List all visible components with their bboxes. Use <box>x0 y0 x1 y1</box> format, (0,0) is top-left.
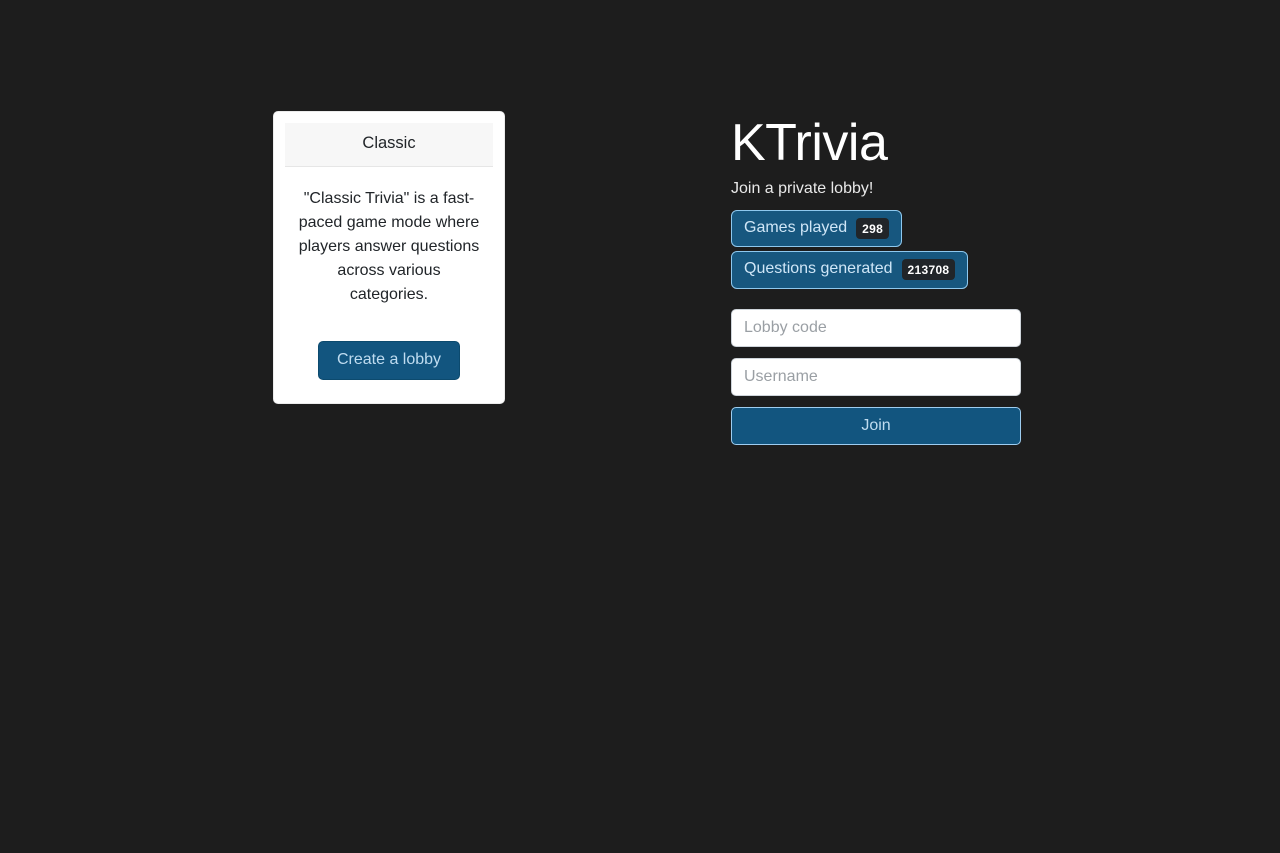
page-title: KTrivia <box>731 114 888 172</box>
app-root: Classic "Classic Trivia" is a fast-paced… <box>0 0 1280 853</box>
stat-questions-generated[interactable]: Questions generated 213708 <box>731 251 969 289</box>
lobby-code-input[interactable] <box>731 308 1021 347</box>
game-mode-card-body: "Classic Trivia" is a fast-paced game mo… <box>285 167 493 392</box>
join-button[interactable]: Join <box>731 406 1021 445</box>
username-input[interactable] <box>731 357 1021 396</box>
game-mode-card: Classic "Classic Trivia" is a fast-paced… <box>273 111 505 404</box>
create-lobby-button[interactable]: Create a lobby <box>318 340 460 380</box>
stat-questions-generated-label: Questions generated <box>744 260 893 278</box>
stat-games-played[interactable]: Games played 298 <box>731 210 903 248</box>
page-subtitle: Join a private lobby! <box>731 180 874 197</box>
game-mode-description: "Classic Trivia" is a fast-paced game mo… <box>298 189 480 303</box>
stat-questions-generated-count: 213708 <box>901 259 956 281</box>
stat-games-played-count: 298 <box>856 217 890 239</box>
join-panel: KTrivia Join a private lobby! Games play… <box>731 113 1021 445</box>
stats-list: Games played 298 Questions generated 213… <box>731 210 1021 289</box>
stat-games-played-label: Games played <box>744 219 848 236</box>
game-mode-card-header: Classic <box>285 123 493 167</box>
join-form: Join <box>731 308 1021 445</box>
